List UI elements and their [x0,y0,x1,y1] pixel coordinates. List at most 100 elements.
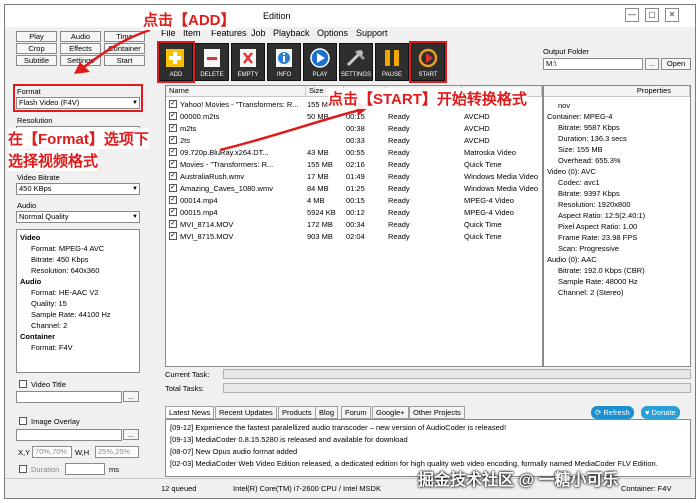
news-item[interactable]: [09-13] MediaCoder 0.8.15.5280 is releas… [170,435,408,444]
file-row[interactable]: ✓ MVI_8714.MOV 172 MB 00:34 Ready Quick Time [166,219,542,231]
tab-products[interactable]: Products [278,406,316,419]
start-tab-button[interactable]: Start [104,55,145,66]
file-checkbox[interactable]: ✓ [169,136,177,144]
property-line: Channel: 2 (Stereo) [558,288,624,297]
file-checkbox[interactable]: ✓ [169,148,177,156]
settings-tab-button[interactable]: Settings [60,55,101,66]
crop-tab-button[interactable]: Crop [16,43,57,54]
file-row[interactable]: ✓ Amazing_Caves_1080.wmv 84 MB 01:25 Ready Wi… [166,183,542,195]
time-tab-button[interactable]: Time [104,31,145,42]
file-name: m2ts [180,124,197,133]
file-row[interactable]: ✓ 2ts 00:33 Ready AVCHD [166,135,542,147]
duration-checkbox[interactable] [19,465,27,473]
file-checkbox[interactable]: ✓ [169,220,177,228]
file-checkbox[interactable]: ✓ [169,232,177,240]
file-state: Ready [388,208,410,217]
menu-job[interactable]: Job [251,28,266,38]
refresh-button[interactable]: ⟳ Refresh [591,406,634,419]
image-overlay-checkbox[interactable] [19,417,27,425]
wh-input[interactable]: 25%,25% [95,446,139,458]
file-name: Yahoo! Movies - "Transformers: R... [180,100,299,109]
image-overlay-browse-button[interactable]: ... [123,429,139,440]
video-bitrate-value: 450 KBps [19,184,52,193]
video-title-input[interactable] [16,391,122,403]
file-row[interactable]: ✓ 00015.mp4 5924 KB 00:12 Ready MPEG-4 Video [166,207,542,219]
tab-google-plus[interactable]: Google+ [372,406,409,419]
video-title-browse-button[interactable]: ... [123,391,139,402]
file-checkbox[interactable]: ✓ [169,124,177,132]
property-line: Container: MPEG-4 [547,112,613,121]
play-tab-button[interactable]: Play [16,31,57,42]
file-row[interactable]: ✓ 09.720p.BluRay.x264.DT... 43 MB 00:55 Read… [166,147,542,159]
output-browse-button[interactable]: ... [645,58,659,70]
file-list[interactable]: Name Size ✓ Yahoo! Movies - "Transformers… [165,85,543,367]
output-folder-input[interactable]: M:\ [543,58,643,70]
video-bitrate-select[interactable]: 450 KBps ▼ [16,183,140,195]
file-checkbox[interactable]: ✓ [169,196,177,204]
image-overlay-input[interactable] [16,429,122,441]
file-checkbox[interactable]: ✓ [169,184,177,192]
container-tab-button[interactable]: Container [104,43,145,54]
subtitle-tab-button[interactable]: Subtitle [16,55,57,66]
file-row[interactable]: ✓ MVI_8715.MOV 903 MB 02:04 Ready Quick Time [166,231,542,243]
file-size: 155 MB [307,160,333,169]
tab-recent-updates[interactable]: Recent Updates [215,406,277,419]
video-title-checkbox[interactable] [19,380,27,388]
property-line: Bitrate: 192.0 Kbps (CBR) [558,266,645,275]
annotation-start: 点击【START】开始转换格式 [328,88,527,109]
summary-line: Format: MPEG-4 AVC [31,244,105,253]
resolution-label: Resolution [17,116,53,125]
tab-other-projects[interactable]: Other Projects [409,406,465,419]
app-window: Edition — ▢ ✕ File Item Features Job Pla… [4,4,696,499]
menu-support[interactable]: Support [356,28,388,38]
annotation-add: 点击【ADD】 [143,9,236,30]
output-folder-label: Output Folder [543,47,589,56]
news-item[interactable]: [09-12] Experience the fastest paralelli… [170,423,506,432]
audio-quality-select[interactable]: Normal Quality ▼ [16,211,140,223]
effects-tab-button[interactable]: Effects [60,43,101,54]
file-row[interactable]: ✓ Movies - "Transformers: R... 155 MB 02:16… [166,159,542,171]
donate-label: Donate [651,408,676,417]
file-checkbox[interactable]: ✓ [169,100,177,108]
play-button[interactable]: PLAY [303,43,337,81]
file-row[interactable]: ✓ AustraliaRush.wmv 17 MB 01:49 Ready Windows… [166,171,542,183]
menu-options[interactable]: Options [317,28,348,38]
file-state: Ready [388,112,410,121]
xy-input[interactable]: 70%,70% [32,446,72,458]
file-dur: 02:16 [346,160,365,169]
donate-button[interactable]: ♥ Donate [641,406,680,419]
file-row[interactable]: ✓ 00014.mp4 4 MB 00:15 Ready MPEG-4 Video [166,195,542,207]
file-fmt: AVCHD [464,136,490,145]
news-item[interactable]: [08-07] New Opus audio format added [170,447,297,456]
file-size: 43 MB [307,148,329,157]
file-row[interactable]: ✓ 00000.m2ts 50 MB 00:15 Ready AVCHD [166,111,542,123]
file-row[interactable]: ✓ m2ts 00:38 Ready AVCHD [166,123,542,135]
column-header-name[interactable]: Name [166,86,306,97]
file-checkbox[interactable]: ✓ [169,172,177,180]
video-bitrate-label: Video Bitrate [17,173,60,182]
minimize-button[interactable]: — [625,8,639,22]
settings-button[interactable]: SETTINGS [339,43,373,81]
file-checkbox[interactable]: ✓ [169,208,177,216]
file-checkbox[interactable]: ✓ [169,160,177,168]
output-open-button[interactable]: Open [661,58,691,70]
duration-input[interactable] [65,463,105,475]
property-line: Aspect Ratio: 12:5(2.40:1) [558,211,646,220]
delete-button-label: DELETE [200,72,224,78]
file-dur: 00:38 [346,124,365,133]
play-icon [310,48,330,68]
file-dur: 01:49 [346,172,365,181]
tab-blog[interactable]: Blog [315,406,339,419]
file-checkbox[interactable]: ✓ [169,112,177,120]
audio-tab-button[interactable]: Audio [60,31,101,42]
tab-latest-news[interactable]: Latest News [165,406,215,419]
tab-forum[interactable]: Forum [341,406,371,419]
delete-button[interactable]: DELETE [195,43,229,81]
menu-playback[interactable]: Playback [273,28,310,38]
summary-line: Format: F4V [31,343,73,352]
pause-button[interactable]: PAUSE [375,43,409,81]
info-button[interactable]: INFO [267,43,301,81]
empty-button[interactable]: EMPTY [231,43,265,81]
maximize-button[interactable]: ▢ [645,8,659,22]
close-button[interactable]: ✕ [665,8,679,22]
